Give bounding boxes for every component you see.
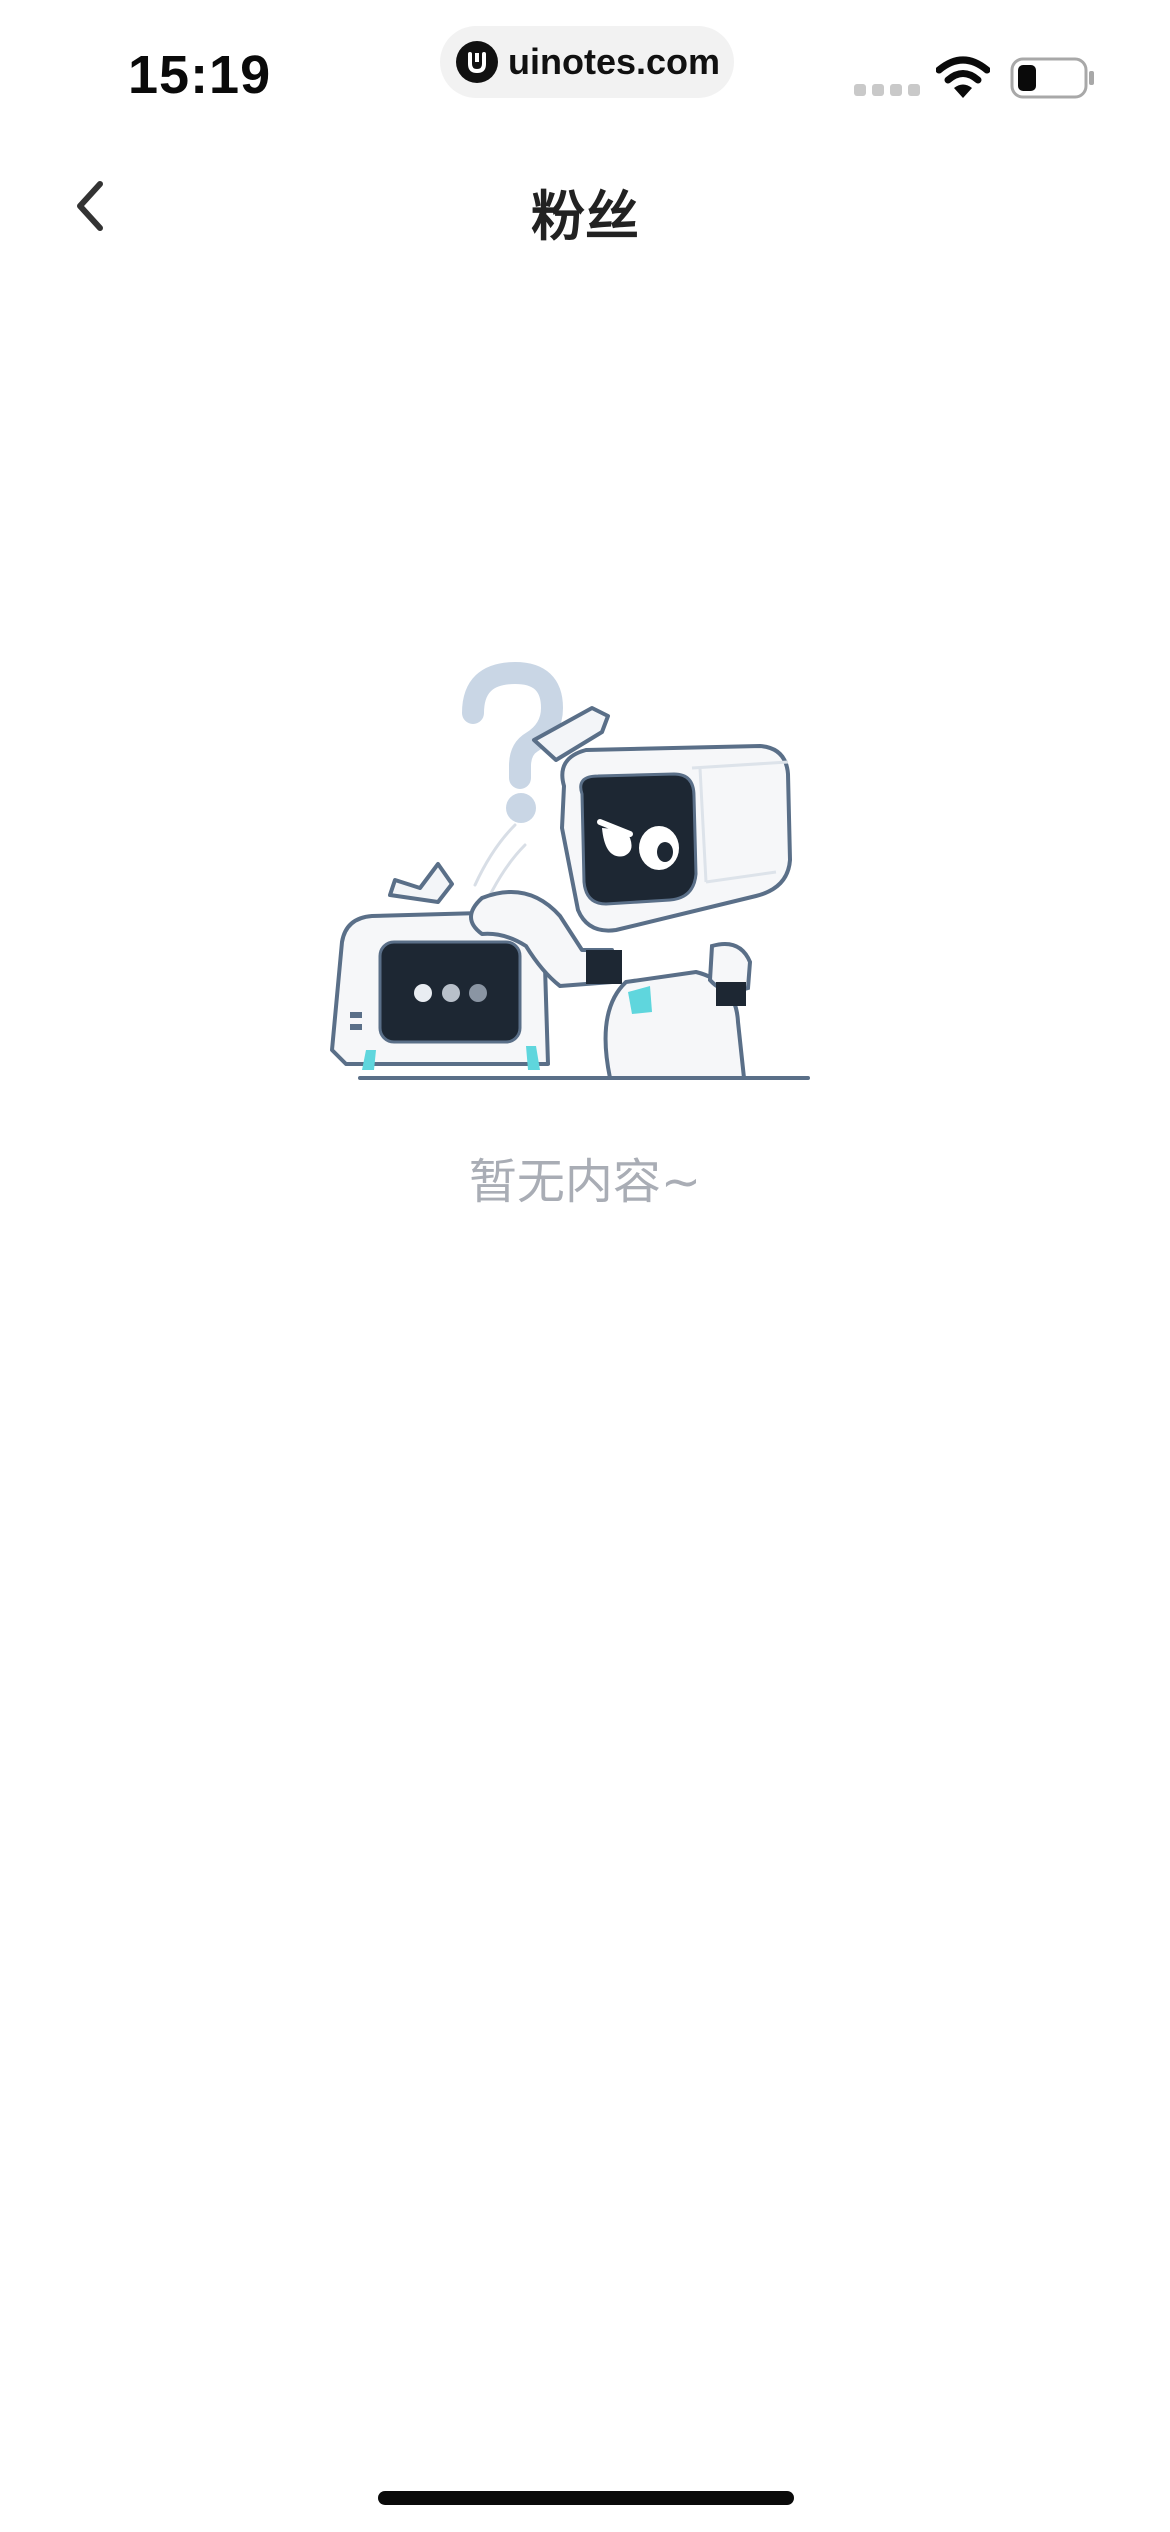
site-logo-icon bbox=[456, 41, 498, 83]
page-title: 粉丝 bbox=[531, 185, 639, 248]
battery-icon bbox=[1010, 57, 1094, 99]
url-text: uinotes.com bbox=[508, 41, 721, 82]
empty-state-text: 暂无内容~ bbox=[468, 1154, 702, 1210]
screen: 15:19 uinotes.com 粉丝 暂无内容~ bbox=[0, 0, 1170, 2532]
url-pill[interactable]: uinotes.com bbox=[440, 26, 734, 98]
wifi-icon bbox=[936, 56, 990, 98]
big-robot bbox=[532, 706, 792, 1080]
robots-question-illustration bbox=[330, 661, 810, 1080]
status-time: 15:19 bbox=[128, 45, 272, 105]
home-indicator[interactable] bbox=[378, 2491, 794, 2505]
signal-icon bbox=[854, 84, 920, 96]
